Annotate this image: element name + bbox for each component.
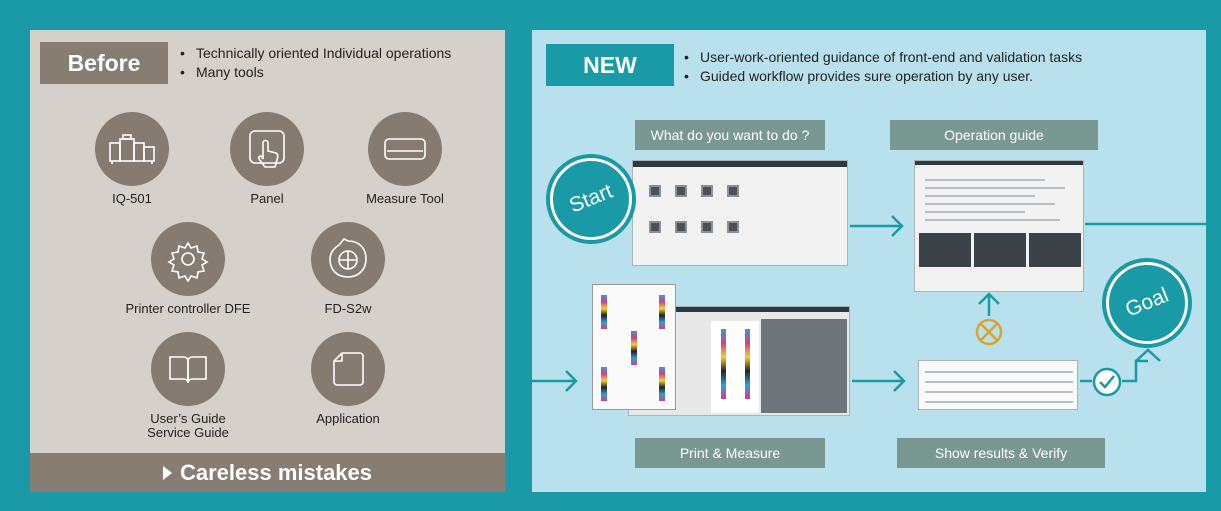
- before-bullet: Technically oriented Individual operatio…: [180, 44, 451, 63]
- tool-fds2w: FD-S2w: [306, 222, 390, 316]
- check-circle-icon: [1092, 367, 1122, 397]
- guide-screenshot: [914, 160, 1084, 292]
- tool-label: Printer controller DFE: [125, 301, 251, 316]
- step-what-label: What do you want to do ?: [635, 120, 825, 150]
- menu-screenshot: [632, 160, 848, 266]
- start-label: Start: [565, 179, 616, 218]
- careless-mistakes-bar: Careless mistakes: [30, 453, 505, 492]
- tool-panel: Panel: [225, 112, 309, 206]
- tool-label: Application: [316, 411, 380, 426]
- step-guide-label: Operation guide: [890, 120, 1098, 150]
- new-panel: NEW User-work-oriented guidance of front…: [532, 30, 1206, 492]
- tool-label: Panel: [250, 191, 284, 206]
- start-node: Start: [550, 158, 632, 240]
- before-bullet: Many tools: [180, 63, 451, 82]
- gear-icon: [151, 222, 225, 296]
- step-print-label: Print & Measure: [635, 438, 825, 468]
- x-mark-icon: [975, 318, 1003, 346]
- step-verify-label: Show results & Verify: [897, 438, 1105, 468]
- tool-label: User’s Guide Service Guide: [147, 411, 229, 440]
- touch-panel-icon: [230, 112, 304, 186]
- before-badge: Before: [40, 42, 168, 84]
- tool-label: FD-S2w: [324, 301, 372, 316]
- tool-label: Measure Tool: [366, 191, 444, 206]
- tool-measure: Measure Tool: [350, 112, 460, 206]
- tool-label: IQ-501: [112, 191, 152, 206]
- before-panel: Before Technically oriented Individual o…: [30, 30, 505, 492]
- tool-application: Application: [306, 332, 390, 426]
- color-chart-sheet: [592, 284, 676, 410]
- goal-node: Goal: [1106, 262, 1188, 344]
- printer-icon: [95, 112, 169, 186]
- tool-dfe: Printer controller DFE: [108, 222, 268, 316]
- tool-guides: User’s Guide Service Guide: [138, 332, 238, 440]
- goal-label: Goal: [1121, 283, 1172, 322]
- measure-tool-icon: [368, 112, 442, 186]
- tool-iq501: IQ-501: [90, 112, 174, 206]
- play-triangle-icon: [162, 465, 172, 480]
- spectrophotometer-icon: [311, 222, 385, 296]
- results-screenshot: [918, 360, 1078, 410]
- book-icon: [151, 332, 225, 406]
- document-icon: [311, 332, 385, 406]
- careless-mistakes-label: Careless mistakes: [179, 459, 373, 485]
- before-bullets: Technically oriented Individual operatio…: [180, 44, 451, 82]
